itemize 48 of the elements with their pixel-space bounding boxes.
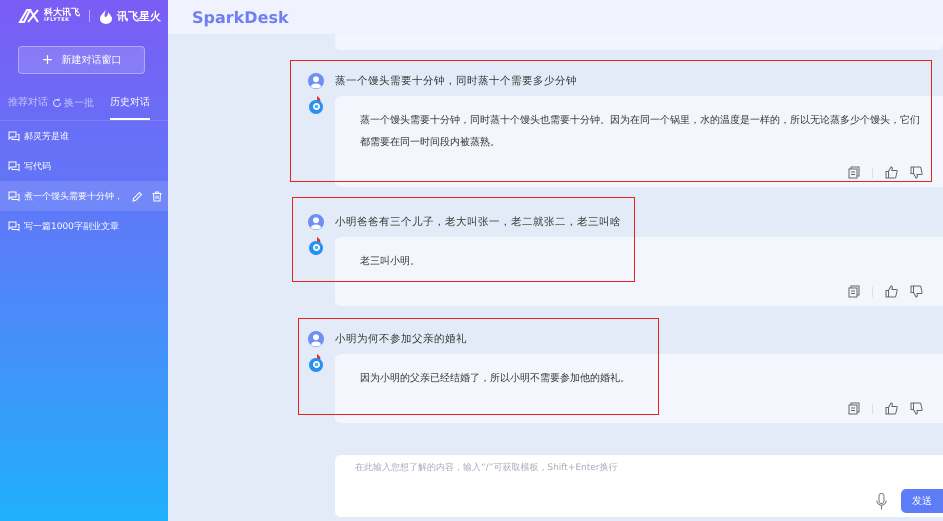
history-item[interactable]: 郝灵芳是谁 [0,121,168,151]
bot-avatar-icon [308,96,324,114]
bot-avatar-icon [308,354,324,372]
chat-bubble-icon [8,190,20,202]
chat-bubble-icon [8,220,20,232]
company-name: 科大讯飞 [44,9,80,18]
flame-logo-icon [99,8,113,24]
thumbs-up-icon[interactable] [885,166,898,179]
thumbs-down-icon[interactable] [910,166,923,179]
bot-avatar-icon [308,237,324,255]
microphone-icon[interactable] [876,492,887,510]
history-title: 郝灵芳是谁 [24,130,70,142]
copy-icon[interactable] [848,285,860,298]
product-name: 讯飞星火 [117,8,161,24]
trash-icon[interactable] [152,190,162,202]
refresh-icon [52,98,62,108]
question-text: 小明为何不参加父亲的婚礼 [335,332,467,346]
history-item[interactable]: 写一篇1000字副业文章 [0,211,168,241]
user-avatar-icon [308,214,324,230]
user-avatar-icon [308,73,324,89]
thumbs-up-icon[interactable] [885,402,898,415]
user-avatar-icon [308,331,324,347]
send-button[interactable]: 发送 [901,489,943,513]
answer-text: 因为小明的父亲已经结婚了，所以小明不需要参加他的婚礼。 [360,372,631,386]
recommended-tab[interactable]: 推荐对话 [8,86,48,120]
history-title: 写代码 [24,160,52,172]
question-text: 小明爸爸有三个儿子，老大叫张一，老二就张二，老三叫啥 [335,215,621,229]
pencil-icon[interactable] [132,190,143,202]
refresh-link[interactable]: 换一批 [48,96,94,110]
history-tab[interactable]: 历史对话 [110,86,150,120]
copy-icon[interactable] [848,166,860,179]
history-item[interactable]: 写代码 [0,151,168,181]
question-text: 蒸一个馒头需要十分钟，同时蒸十个需要多少分钟 [335,74,577,88]
new-chat-button[interactable]: + 新建对话窗口 [18,46,145,74]
history-title: 写一篇1000字副业文章 [24,220,120,232]
app-title: SparkDesk [192,8,289,26]
history-item[interactable]: 煮一个馒头需要十分钟， [0,181,168,211]
message-input[interactable]: 在此输入您想了解的内容，输入“/”可获取模板，Shift+Enter换行 发送 [335,455,943,517]
answer-text: 蒸一个馒头需要十分钟，同时蒸十个馒头也需要十分钟。因为在同一个锅里，水的温度是一样的，所以无论蒸多少个馒头，它们都需要在同一时间段内被蒸熟。 [360,114,920,150]
logo-icon [18,9,40,23]
thumbs-down-icon[interactable] [910,285,923,298]
history-title: 煮一个馒头需要十分钟， [24,190,123,202]
chat-bubble-icon [8,160,20,172]
chat-bubble-icon [8,130,20,142]
copy-icon[interactable] [848,402,860,415]
answer-text: 老三叫小明。 [360,254,421,269]
thumbs-down-icon[interactable] [910,402,923,415]
thumbs-up-icon[interactable] [885,285,898,298]
